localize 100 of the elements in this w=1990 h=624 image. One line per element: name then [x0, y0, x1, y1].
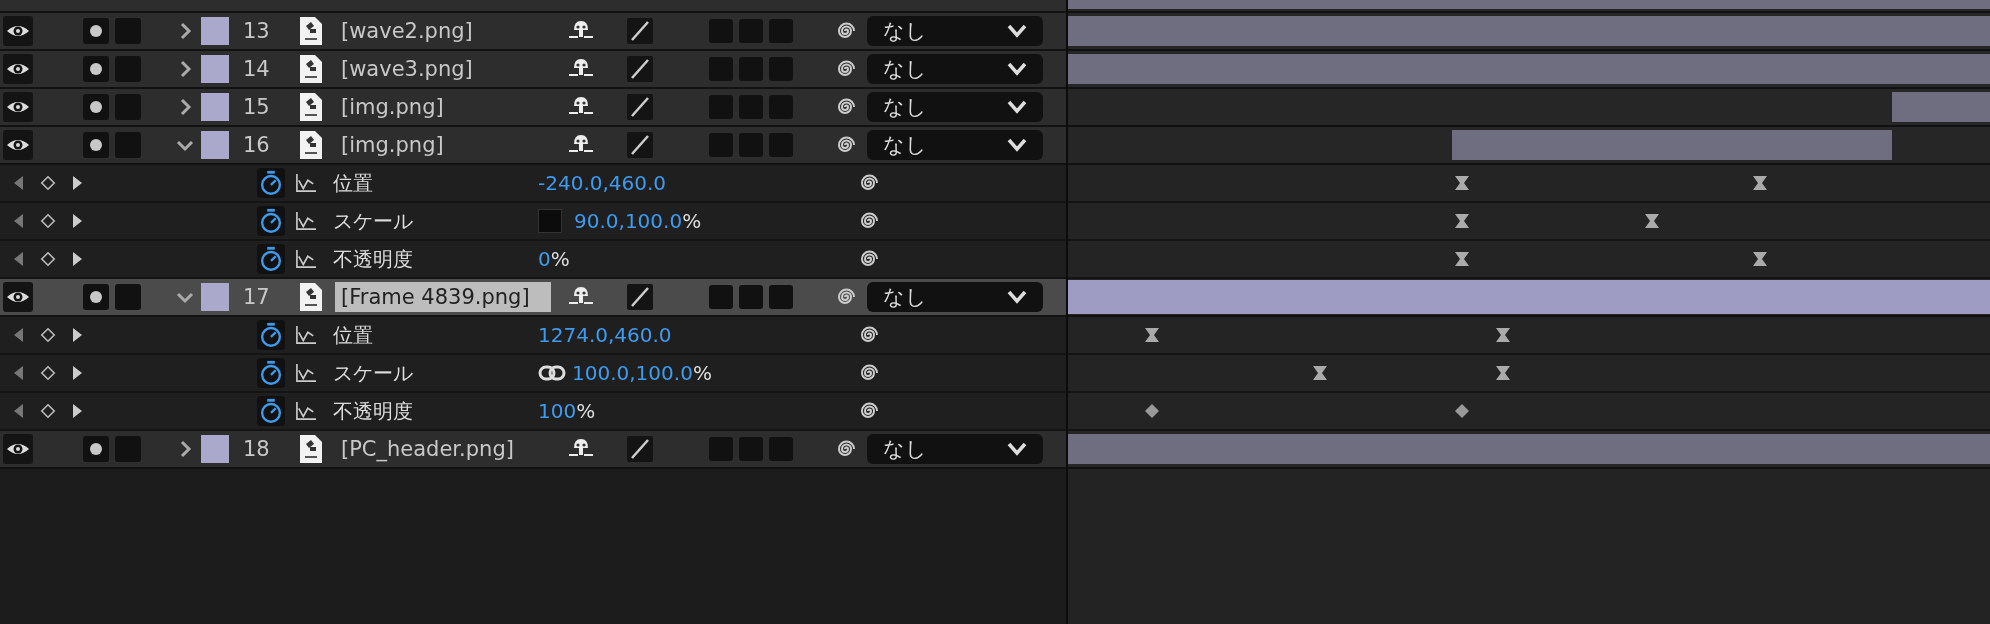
keyframe-icon[interactable] [1751, 175, 1768, 191]
keyframe-icon[interactable] [1495, 327, 1512, 343]
switch-toggle[interactable] [739, 437, 763, 461]
switch-toggle[interactable] [769, 437, 793, 461]
graph-icon[interactable] [295, 249, 317, 269]
solo-icon[interactable] [83, 132, 109, 158]
property-value[interactable]: 1274.0,460.0 [538, 323, 672, 347]
keyframe-icon[interactable] [1453, 213, 1470, 229]
layer-name[interactable]: [img.png] [335, 130, 551, 160]
add-keyframe-icon[interactable] [40, 402, 56, 420]
label-color-swatch[interactable] [201, 17, 229, 45]
keyframe-icon[interactable] [1495, 365, 1512, 381]
keyframe-icon[interactable] [1143, 327, 1160, 343]
layer-row[interactable]: 18 [PC_header.png] なし [0, 431, 1066, 469]
parent-dropdown[interactable]: なし [867, 16, 1043, 46]
property-value[interactable]: -240.0,460.0 [538, 171, 667, 195]
keyframe-icon[interactable] [1453, 251, 1470, 267]
layer-name[interactable]: [wave2.png] [335, 16, 551, 46]
lock-toggle[interactable] [115, 284, 141, 310]
quality-slash-icon[interactable] [627, 56, 653, 82]
eye-icon[interactable] [3, 282, 33, 312]
stopwatch-icon[interactable] [257, 358, 285, 388]
switch-toggle[interactable] [739, 95, 763, 119]
switch-toggle[interactable] [769, 95, 793, 119]
switch-toggle[interactable] [769, 19, 793, 43]
stopwatch-icon[interactable] [257, 320, 285, 350]
eye-icon[interactable] [3, 16, 33, 46]
solo-icon[interactable] [83, 18, 109, 44]
switch-toggle[interactable] [739, 285, 763, 309]
graph-icon[interactable] [295, 363, 317, 383]
parent-dropdown[interactable]: なし [867, 92, 1043, 122]
quality-slash-icon[interactable] [627, 284, 653, 310]
switch-toggle[interactable] [709, 19, 733, 43]
property-value[interactable]: 90.0,100.0 [574, 209, 683, 233]
layer-name[interactable]: [PC_header.png] [335, 434, 551, 464]
keyframe-icon[interactable] [1453, 175, 1470, 191]
keyframe-icon[interactable] [1751, 251, 1768, 267]
add-keyframe-icon[interactable] [40, 364, 56, 382]
solo-icon[interactable] [83, 56, 109, 82]
parent-dropdown[interactable]: なし [867, 282, 1043, 312]
stopwatch-icon[interactable] [257, 168, 285, 198]
eye-icon[interactable] [3, 434, 33, 464]
quality-slash-icon[interactable] [627, 132, 653, 158]
switch-toggle[interactable] [769, 133, 793, 157]
layer-row[interactable]: 17 [Frame 4839.png] なし [0, 279, 1066, 317]
switch-toggle[interactable] [769, 285, 793, 309]
switch-toggle[interactable] [769, 57, 793, 81]
layer-row[interactable]: 13 [wave2.png] なし [0, 13, 1066, 51]
quality-slash-icon[interactable] [627, 436, 653, 462]
layer-name[interactable]: [wave3.png] [335, 54, 551, 84]
solo-icon[interactable] [83, 284, 109, 310]
link-icon[interactable] [538, 364, 566, 382]
graph-icon[interactable] [295, 211, 317, 231]
stopwatch-icon[interactable] [257, 244, 285, 274]
solo-icon[interactable] [83, 94, 109, 120]
keyframe-icon[interactable] [1143, 403, 1160, 419]
switch-toggle[interactable] [709, 437, 733, 461]
keyframe-icon[interactable] [1643, 213, 1660, 229]
solo-icon[interactable] [83, 436, 109, 462]
lock-toggle[interactable] [115, 56, 141, 82]
parent-dropdown[interactable]: なし [867, 130, 1043, 160]
add-keyframe-icon[interactable] [40, 212, 56, 230]
label-color-swatch[interactable] [201, 283, 229, 311]
quality-slash-icon[interactable] [627, 94, 653, 120]
layer-row[interactable]: 16 [img.png] なし [0, 127, 1066, 165]
layer-name[interactable]: [img.png] [335, 92, 551, 122]
parent-dropdown[interactable]: なし [867, 54, 1043, 84]
eye-icon[interactable] [3, 54, 33, 84]
switch-toggle[interactable] [709, 95, 733, 119]
parent-dropdown[interactable]: なし [867, 434, 1043, 464]
add-keyframe-icon[interactable] [40, 250, 56, 268]
lock-toggle[interactable] [115, 94, 141, 120]
layer-row[interactable]: 15 [img.png] なし [0, 89, 1066, 127]
layer-name[interactable]: [Frame 4839.png] [335, 282, 551, 312]
graph-icon[interactable] [295, 173, 317, 193]
add-keyframe-icon[interactable] [40, 326, 56, 344]
label-color-swatch[interactable] [201, 55, 229, 83]
graph-icon[interactable] [295, 401, 317, 421]
lock-toggle[interactable] [115, 436, 141, 462]
eye-icon[interactable] [3, 130, 33, 160]
constrain-toggle[interactable] [538, 209, 562, 233]
switch-toggle[interactable] [739, 19, 763, 43]
switch-toggle[interactable] [739, 133, 763, 157]
graph-icon[interactable] [295, 325, 317, 345]
stopwatch-icon[interactable] [257, 206, 285, 236]
property-value[interactable]: 100.0,100.0 [572, 361, 693, 385]
label-color-swatch[interactable] [201, 93, 229, 121]
eye-icon[interactable] [3, 92, 33, 122]
lock-toggle[interactable] [115, 132, 141, 158]
switch-toggle[interactable] [739, 57, 763, 81]
switch-toggle[interactable] [709, 285, 733, 309]
property-value[interactable]: 0 [538, 247, 551, 271]
quality-slash-icon[interactable] [627, 18, 653, 44]
switch-toggle[interactable] [709, 133, 733, 157]
keyframe-icon[interactable] [1453, 403, 1470, 419]
keyframe-icon[interactable] [1311, 365, 1328, 381]
layer-row[interactable]: 14 [wave3.png] なし [0, 51, 1066, 89]
switch-toggle[interactable] [709, 57, 733, 81]
stopwatch-icon[interactable] [257, 396, 285, 426]
add-keyframe-icon[interactable] [40, 174, 56, 192]
